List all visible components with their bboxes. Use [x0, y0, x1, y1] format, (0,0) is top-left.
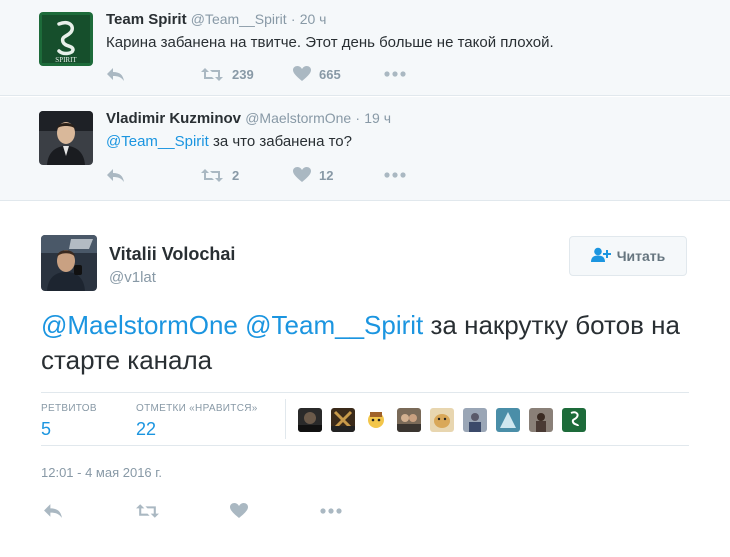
- retweet-button[interactable]: 239: [200, 64, 254, 84]
- liker-avatar[interactable]: [364, 408, 388, 432]
- author-name[interactable]: Vladimir Kuzminov: [106, 110, 241, 127]
- more-button[interactable]: [320, 501, 342, 521]
- liker-avatar[interactable]: [298, 408, 322, 432]
- like-count: 665: [319, 66, 341, 82]
- more-icon: [384, 71, 406, 77]
- follow-label: Читать: [616, 248, 666, 264]
- liker-avatar[interactable]: [529, 408, 553, 432]
- tweet-text: Карина забанена на твитче. Этот день бол…: [106, 34, 554, 51]
- heart-icon: [230, 503, 248, 519]
- more-icon: [384, 172, 406, 178]
- avatar[interactable]: [41, 235, 97, 291]
- more-button[interactable]: [384, 64, 406, 84]
- separator: ·: [290, 11, 296, 27]
- reply-tweet-vladimir[interactable]: Vladimir Kuzminov @MaelstormOne · 19 ч @…: [0, 97, 730, 201]
- likes-stat-label: ОТМЕТКИ «НРАВИТСЯ»: [136, 403, 258, 414]
- tweet-actions: [41, 501, 361, 521]
- reply-icon: [106, 168, 125, 183]
- heart-icon: [293, 66, 311, 82]
- liker-avatar[interactable]: [496, 408, 520, 432]
- liker-avatar[interactable]: [430, 408, 454, 432]
- retweet-icon: [200, 67, 224, 82]
- retweet-stat-value: 5: [41, 419, 52, 439]
- retweet-icon: [135, 503, 160, 519]
- tweet-actions: 2 12: [106, 165, 426, 185]
- more-icon: [320, 508, 342, 514]
- liker-avatars: [298, 408, 595, 432]
- author-handle[interactable]: @MaelstormOne: [245, 110, 351, 126]
- more-button[interactable]: [384, 165, 406, 185]
- follow-button[interactable]: Читать: [569, 236, 687, 276]
- tweet-header: Team Spirit @Team__Spirit · 20 ч: [106, 11, 326, 28]
- liker-avatar[interactable]: [331, 408, 355, 432]
- retweet-icon: [200, 168, 224, 183]
- retweet-stat-label: РЕТВИТОВ: [41, 403, 97, 414]
- mention-link[interactable]: @Team__Spirit: [106, 133, 209, 150]
- author-handle[interactable]: @v1lat: [109, 269, 156, 286]
- tweet-text-body: за что забанена то?: [208, 133, 352, 150]
- avatar[interactable]: SPIRIT: [39, 12, 93, 66]
- heart-icon: [293, 167, 311, 183]
- retweet-button[interactable]: 2: [200, 165, 239, 185]
- reply-button[interactable]: [43, 501, 63, 521]
- reply-tweet-team-spirit[interactable]: SPIRIT Team Spirit @Team__Spirit · 20 ч …: [0, 0, 730, 96]
- tweet-header: Vladimir Kuzminov @MaelstormOne · 19 ч: [106, 110, 391, 127]
- liker-avatar[interactable]: [562, 408, 586, 432]
- tweet-time[interactable]: 19 ч: [364, 110, 391, 126]
- like-button[interactable]: [230, 501, 248, 521]
- mention-link[interactable]: @MaelstormOne: [41, 310, 238, 340]
- reply-button[interactable]: [106, 64, 125, 84]
- retweet-count: 2: [232, 167, 240, 183]
- divider: [285, 399, 286, 439]
- reply-icon: [106, 67, 125, 82]
- separator: ·: [355, 110, 361, 126]
- mention-link[interactable]: @Team__Spirit: [245, 310, 423, 340]
- reply-button[interactable]: [106, 165, 125, 185]
- like-button[interactable]: 12: [293, 165, 333, 185]
- tweet-time[interactable]: 20 ч: [300, 11, 327, 27]
- author-handle[interactable]: @Team__Spirit: [191, 11, 287, 27]
- retweet-count: 239: [232, 66, 254, 82]
- tweet-timestamp[interactable]: 12:01 - 4 мая 2016 г.: [41, 465, 162, 480]
- author-name[interactable]: Vitalii Volochai: [109, 244, 235, 265]
- tweet-text: @MaelstormOne @Team__Spirit за накрутку …: [41, 308, 691, 378]
- svg-text:SPIRIT: SPIRIT: [55, 56, 77, 64]
- reply-icon: [43, 503, 63, 519]
- liker-avatar[interactable]: [463, 408, 487, 432]
- retweet-button[interactable]: [135, 501, 160, 521]
- retweet-stat[interactable]: РЕТВИТОВ 5: [41, 403, 97, 440]
- like-button[interactable]: 665: [293, 64, 341, 84]
- liker-avatar[interactable]: [397, 408, 421, 432]
- avatar[interactable]: [39, 111, 93, 165]
- tweet-stats: РЕТВИТОВ 5 ОТМЕТКИ «НРАВИТСЯ» 22: [41, 392, 689, 446]
- follow-person-icon: [590, 247, 617, 266]
- likes-stat[interactable]: ОТМЕТКИ «НРАВИТСЯ» 22: [136, 403, 258, 440]
- like-count: 12: [319, 167, 334, 183]
- tweet-text: @Team__Spirit за что забанена то?: [106, 133, 352, 150]
- likes-stat-value: 22: [136, 419, 157, 439]
- tweet-actions: 239 665: [106, 64, 426, 84]
- author-name[interactable]: Team Spirit: [106, 11, 187, 28]
